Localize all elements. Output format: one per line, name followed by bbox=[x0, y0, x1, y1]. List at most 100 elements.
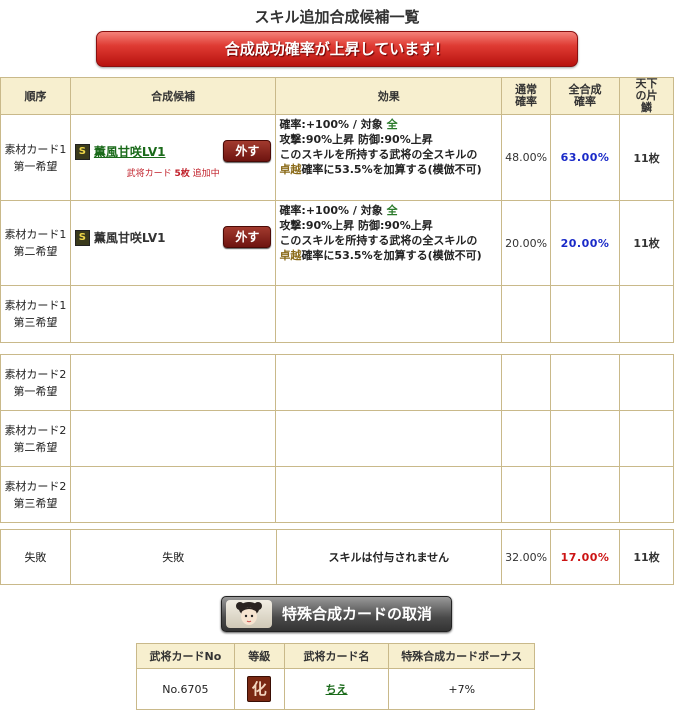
pieces-count: 11枚 bbox=[619, 200, 674, 286]
header-card-name: 武将カード名 bbox=[283, 643, 390, 669]
failure-row: 失敗 失敗 スキルは付与されません 32.00% 17.00% 11枚 bbox=[0, 529, 674, 585]
header-bonus: 特殊合成カードボーナス bbox=[388, 643, 535, 669]
success-rate-banner: 合成成功確率が上昇しています！ bbox=[96, 31, 578, 67]
added-card-note: 武将カード 5枚 追加中 bbox=[71, 166, 276, 179]
base-rate bbox=[501, 285, 552, 343]
effect-desc-cont: 確率に53.5%を加算する(模倣不可) bbox=[301, 249, 482, 262]
order-preference: 第三希望 bbox=[13, 496, 58, 510]
order-preference: 第二希望 bbox=[13, 440, 58, 454]
fail-total-rate: 17.00% bbox=[550, 529, 621, 585]
skill-entry: S 薫風甘咲LV1 bbox=[74, 143, 166, 160]
remove-button[interactable]: 外す bbox=[223, 226, 272, 248]
total-rate bbox=[550, 354, 621, 411]
header-grade: 等級 bbox=[233, 643, 285, 669]
table-row: 素材カード1 第三希望 bbox=[0, 285, 674, 343]
skill-rank-badge: S bbox=[74, 143, 90, 160]
cancel-special-card-button[interactable]: 特殊合成カードの取消 bbox=[221, 596, 452, 632]
fail-base-rate: 32.00% bbox=[501, 529, 552, 585]
header-pieces: 天下の片鱗 bbox=[619, 77, 674, 115]
effect-cell bbox=[275, 285, 503, 343]
effect-boost: 攻撃:90%上昇 防御:90%上昇 bbox=[279, 219, 433, 232]
header-candidate: 合成候補 bbox=[69, 77, 277, 115]
order-preference: 第三希望 bbox=[13, 316, 58, 329]
pieces-count bbox=[619, 285, 674, 343]
effect-desc: このスキルを所持する武将の全スキルの bbox=[279, 234, 478, 247]
effect-desc: このスキルを所持する武将の全スキルの bbox=[279, 148, 478, 161]
base-rate: 20.00% bbox=[501, 200, 552, 286]
table-row: 素材カード2 第二希望 bbox=[0, 410, 674, 467]
order-material: 素材カード2 bbox=[4, 479, 67, 493]
total-rate bbox=[550, 410, 621, 467]
pieces-count: 11枚 bbox=[619, 114, 674, 201]
total-rate bbox=[550, 285, 621, 343]
candidate-cell: S 薫風甘咲LV1 外す 武将カード 5枚 追加中 bbox=[69, 114, 277, 201]
header-order: 順序 bbox=[0, 77, 71, 115]
effect-rate: 確率:+100% / 対象 bbox=[279, 204, 383, 217]
card-name-cell: ちえ bbox=[283, 668, 390, 710]
table-header-row: 順序 合成候補 効果 通常確率 全合成確率 天下の片鱗 bbox=[0, 77, 674, 115]
effect-line: 確率:+100% / 対象 全 bbox=[279, 117, 498, 132]
order-cell: 素材カード1 第一希望 bbox=[0, 114, 71, 201]
candidate-cell bbox=[69, 285, 277, 343]
total-rate bbox=[550, 466, 621, 523]
skill-name-link[interactable]: 薫風甘咲LV1 bbox=[94, 143, 166, 160]
header-effect: 効果 bbox=[275, 77, 503, 115]
skill-rank-badge: S bbox=[74, 229, 90, 246]
pieces-count bbox=[619, 354, 674, 411]
effect-rate: 確率:+100% / 対象 bbox=[279, 118, 383, 131]
candidate-cell bbox=[69, 410, 277, 467]
table-row: 素材カード2 第一希望 bbox=[0, 354, 674, 411]
character-portrait-icon bbox=[226, 600, 272, 628]
effect-cell bbox=[275, 354, 503, 411]
cancel-button-label: 特殊合成カードの取消 bbox=[282, 605, 433, 623]
remove-button[interactable]: 外す bbox=[223, 140, 272, 162]
fail-pieces: 11枚 bbox=[619, 529, 674, 585]
effect-line: 卓越確率に53.5%を加算する(模倣不可) bbox=[279, 162, 498, 177]
skill-name: 薫風甘咲LV1 bbox=[93, 231, 166, 245]
page-title: スキル追加合成候補一覧 bbox=[254, 8, 420, 26]
failure-table: 失敗 失敗 スキルは付与されません 32.00% 17.00% 11枚 bbox=[0, 529, 674, 585]
header-total-rate: 全合成確率 bbox=[550, 77, 621, 115]
header-base-rate-text: 通常確率 bbox=[515, 83, 538, 108]
card-no: No.6705 bbox=[136, 668, 235, 710]
order-material: 素材カード1 bbox=[4, 228, 67, 241]
fail-order: 失敗 bbox=[0, 529, 71, 585]
pieces-count bbox=[619, 410, 674, 467]
order-preference: 第二希望 bbox=[13, 245, 58, 258]
note-prefix: 武将カード bbox=[126, 169, 172, 179]
effect-keyword: 卓越 bbox=[279, 163, 302, 176]
order-cell: 素材カード2 第一希望 bbox=[0, 354, 71, 411]
candidate-cell: S 薫風甘咲LV1 外す bbox=[69, 200, 277, 286]
candidate-table: 順序 合成候補 効果 通常確率 全合成確率 天下の片鱗 素材カード1 第一希望 … bbox=[0, 77, 674, 523]
header-base-rate: 通常確率 bbox=[501, 77, 552, 115]
bonus-header-row: 武将カードNo 等級 武将カード名 特殊合成カードボーナス bbox=[136, 643, 535, 669]
base-rate bbox=[501, 354, 552, 411]
base-rate: 48.00% bbox=[501, 114, 552, 201]
order-material: 素材カード2 bbox=[4, 367, 67, 381]
table-row: 素材カード1 第一希望 S 薫風甘咲LV1 外す 武将カード 5枚 追加中 確率… bbox=[0, 114, 674, 201]
order-material: 素材カード1 bbox=[4, 299, 67, 312]
portrait-svg bbox=[236, 602, 262, 625]
skill-entry: S 薫風甘咲LV1 bbox=[74, 229, 166, 246]
effect-cell: 確率:+100% / 対象 全 攻撃:90%上昇 防御:90%上昇 このスキルを… bbox=[275, 114, 503, 201]
effect-cell bbox=[275, 410, 503, 467]
order-material: 素材カード2 bbox=[4, 423, 67, 437]
effect-boost: 攻撃:90%上昇 防御:90%上昇 bbox=[279, 133, 433, 146]
grade-cell: 化 bbox=[233, 668, 285, 710]
effect-desc-cont: 確率に53.5%を加算する(模倣不可) bbox=[301, 163, 482, 176]
bonus-value: +7% bbox=[388, 668, 535, 710]
order-preference: 第一希望 bbox=[13, 384, 58, 398]
effect-cell: 確率:+100% / 対象 全 攻撃:90%上昇 防御:90%上昇 このスキルを… bbox=[275, 200, 503, 286]
fail-effect: スキルは付与されません bbox=[275, 529, 503, 585]
bonus-row: No.6705 化 ちえ +7% bbox=[136, 668, 535, 710]
order-cell: 素材カード2 第二希望 bbox=[0, 410, 71, 467]
order-cell: 素材カード1 第二希望 bbox=[0, 200, 71, 286]
total-rate: 20.00% bbox=[550, 200, 621, 286]
header-total-rate-text: 全合成確率 bbox=[568, 83, 602, 108]
note-count: 5枚 bbox=[174, 169, 190, 179]
order-cell: 素材カード1 第三希望 bbox=[0, 285, 71, 343]
note-suffix: 追加中 bbox=[192, 169, 220, 179]
effect-cell bbox=[275, 466, 503, 523]
order-material: 素材カード1 bbox=[4, 142, 67, 156]
card-name-link[interactable]: ちえ bbox=[326, 683, 348, 696]
